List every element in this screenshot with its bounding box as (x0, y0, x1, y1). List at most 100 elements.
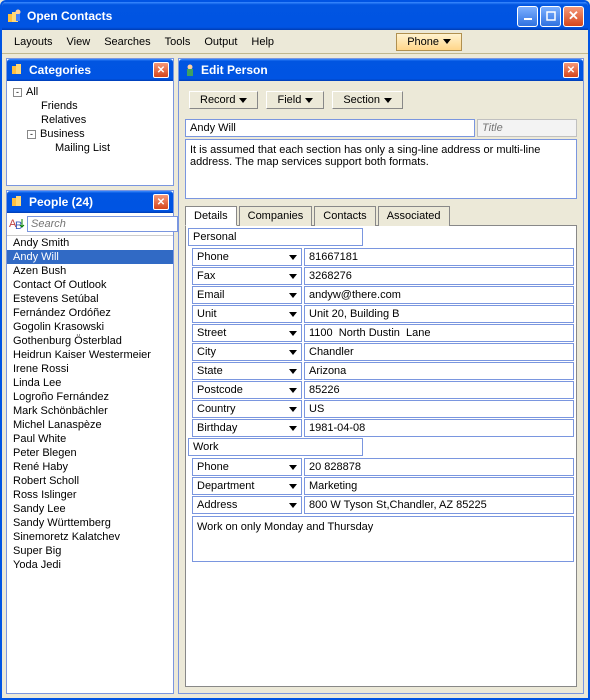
field-button[interactable]: Field (266, 91, 324, 109)
chevron-down-icon[interactable] (289, 293, 297, 298)
field-value[interactable] (304, 248, 574, 266)
work-notes-input[interactable]: Work on only Monday and Thursday (192, 516, 574, 562)
name-input[interactable] (185, 119, 475, 137)
tab-associated[interactable]: Associated (378, 206, 450, 226)
chevron-down-icon[interactable] (289, 350, 297, 355)
maximize-button[interactable] (540, 6, 561, 27)
list-item[interactable]: Irene Rossi (7, 362, 173, 376)
field-label[interactable]: Street (192, 324, 302, 342)
list-item[interactable]: Mark Schönbächler (7, 404, 173, 418)
list-item[interactable]: Estevens Setúbal (7, 292, 173, 306)
chevron-down-icon[interactable] (289, 426, 297, 431)
list-item[interactable]: Sandy Lee (7, 502, 173, 516)
list-item[interactable]: Azen Bush (7, 264, 173, 278)
section-personal[interactable]: Personal (188, 228, 363, 246)
list-item[interactable]: Yoda Jedi (7, 558, 173, 572)
field-value[interactable] (304, 381, 574, 399)
people-close-button[interactable]: ✕ (153, 194, 169, 210)
field-label[interactable]: Country (192, 400, 302, 418)
list-item[interactable]: Andy Smith (7, 236, 173, 250)
field-value[interactable] (304, 324, 574, 342)
search-input[interactable] (27, 216, 178, 232)
list-item[interactable]: Peter Blegen (7, 446, 173, 460)
list-item[interactable]: Linda Lee (7, 376, 173, 390)
list-item[interactable]: Logroño Fernández (7, 390, 173, 404)
field-label[interactable]: Phone (192, 458, 302, 476)
list-item[interactable]: Andy Will (7, 250, 173, 264)
tab-companies[interactable]: Companies (239, 206, 313, 226)
chevron-down-icon[interactable] (289, 503, 297, 508)
minimize-button[interactable] (517, 6, 538, 27)
field-value[interactable] (304, 477, 574, 495)
list-item[interactable]: Robert Scholl (7, 474, 173, 488)
section-button[interactable]: Section (332, 91, 403, 109)
menu-view[interactable]: View (61, 34, 97, 50)
field-label[interactable]: Department (192, 477, 302, 495)
list-item[interactable]: Gogolin Krasowski (7, 320, 173, 334)
categories-close-button[interactable]: ✕ (153, 62, 169, 78)
phone-button[interactable]: Phone (396, 33, 462, 51)
tree-node-friends[interactable]: Friends (13, 99, 167, 113)
list-item[interactable]: René Haby (7, 460, 173, 474)
field-label[interactable]: Email (192, 286, 302, 304)
list-item[interactable]: Fernández Ordóñez (7, 306, 173, 320)
field-label[interactable]: City (192, 343, 302, 361)
list-item[interactable]: Gothenburg Österblad (7, 334, 173, 348)
tab-details[interactable]: Details (185, 206, 237, 226)
collapse-icon[interactable]: - (27, 130, 36, 139)
list-item[interactable]: Ross Islinger (7, 488, 173, 502)
field-value[interactable] (304, 343, 574, 361)
field-label[interactable]: Phone (192, 248, 302, 266)
field-label[interactable]: Postcode (192, 381, 302, 399)
field-label[interactable]: Fax (192, 267, 302, 285)
chevron-down-icon[interactable] (289, 331, 297, 336)
field-value[interactable] (304, 419, 574, 437)
field-label[interactable]: Birthday (192, 419, 302, 437)
collapse-icon[interactable]: - (13, 88, 22, 97)
tree-node-all[interactable]: -All (13, 85, 167, 99)
categories-title: Categories (29, 63, 153, 77)
list-item[interactable]: Michel Lanaspèze (7, 418, 173, 432)
tab-contacts[interactable]: Contacts (314, 206, 375, 226)
chevron-down-icon[interactable] (289, 312, 297, 317)
list-item[interactable]: Sinemoretz Kalatchev (7, 530, 173, 544)
close-button[interactable]: ✕ (563, 6, 584, 27)
record-button[interactable]: Record (189, 91, 258, 109)
sort-icon[interactable]: AB (9, 215, 25, 233)
tree-node-relatives[interactable]: Relatives (13, 113, 167, 127)
list-item[interactable]: Paul White (7, 432, 173, 446)
menu-searches[interactable]: Searches (98, 34, 156, 50)
chevron-down-icon[interactable] (289, 274, 297, 279)
tree-node-mailing[interactable]: Mailing List (13, 141, 167, 155)
edit-close-button[interactable]: ✕ (563, 62, 579, 78)
menu-output[interactable]: Output (198, 34, 243, 50)
menu-help[interactable]: Help (245, 34, 280, 50)
chevron-down-icon[interactable] (289, 369, 297, 374)
chevron-down-icon[interactable] (289, 465, 297, 470)
field-value[interactable] (304, 286, 574, 304)
list-item[interactable]: Heidrun Kaiser Westermeier (7, 348, 173, 362)
title-input[interactable] (477, 119, 577, 137)
field-value[interactable] (304, 458, 574, 476)
field-value[interactable] (304, 496, 574, 514)
tree-node-business[interactable]: -Business (13, 127, 167, 141)
chevron-down-icon[interactable] (289, 407, 297, 412)
section-work[interactable]: Work (188, 438, 363, 456)
people-list[interactable]: Andy SmithAndy WillAzen BushContact Of O… (7, 236, 173, 693)
field-value[interactable] (304, 362, 574, 380)
field-label[interactable]: State (192, 362, 302, 380)
chevron-down-icon[interactable] (289, 255, 297, 260)
list-item[interactable]: Contact Of Outlook (7, 278, 173, 292)
field-label[interactable]: Address (192, 496, 302, 514)
menu-tools[interactable]: Tools (159, 34, 197, 50)
field-value[interactable] (304, 305, 574, 323)
field-label[interactable]: Unit (192, 305, 302, 323)
field-value[interactable] (304, 400, 574, 418)
menu-layouts[interactable]: Layouts (8, 34, 59, 50)
list-item[interactable]: Super Big (7, 544, 173, 558)
field-value[interactable] (304, 267, 574, 285)
notes-input[interactable]: It is assumed that each section has only… (185, 139, 577, 199)
chevron-down-icon[interactable] (289, 388, 297, 393)
chevron-down-icon[interactable] (289, 484, 297, 489)
list-item[interactable]: Sandy Württemberg (7, 516, 173, 530)
